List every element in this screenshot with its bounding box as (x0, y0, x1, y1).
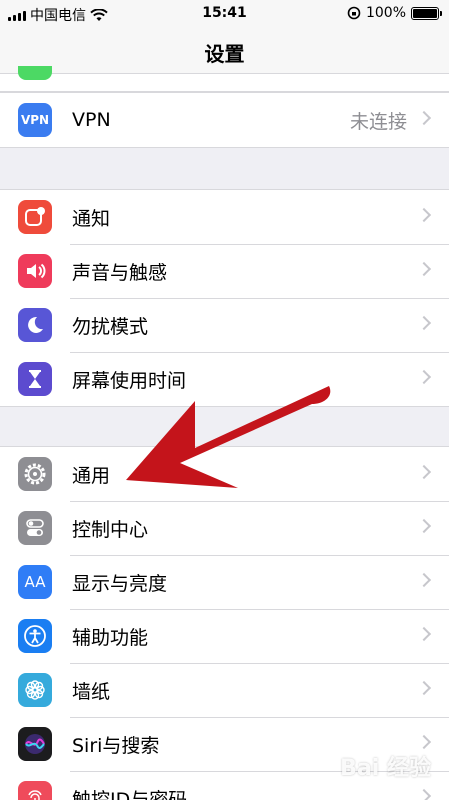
chevron-right-icon (416, 572, 432, 588)
settings-row-control-center[interactable]: 控制中心 (0, 501, 449, 555)
status-right: 100% (347, 5, 442, 21)
page-title: 设置 (204, 42, 245, 66)
green-app-icon (18, 66, 52, 80)
settings-row-label: 屏幕使用时间 (72, 369, 187, 392)
sounds-icon (18, 254, 52, 288)
settings-row-label: 通用 (72, 464, 111, 487)
chevron-right-icon (416, 626, 432, 642)
settings-row-label: VPN (72, 109, 111, 131)
hourglass-icon (18, 362, 52, 396)
chevron-right-icon (416, 369, 432, 385)
settings-row-notifications[interactable]: 通知 (0, 190, 449, 244)
fingerprint-icon (18, 781, 52, 800)
partial-row (0, 66, 449, 92)
nav-bar: 设置 (0, 28, 449, 74)
chevron-right-icon (416, 261, 432, 277)
siri-icon (18, 727, 52, 761)
gear-icon (18, 457, 52, 491)
settings-row-label: Siri与搜索 (72, 734, 160, 757)
battery-icon (411, 6, 442, 20)
chevron-right-icon (416, 788, 432, 800)
settings-row-label: 触控ID与密码 (72, 788, 188, 800)
settings-row-do-not-disturb[interactable]: 勿扰模式 (0, 298, 449, 352)
settings-group-general: 通用 控制中心 AA 显示与亮度 辅助功能 墙纸 Siri与搜索 触控ID与密码 (0, 446, 449, 800)
moon-icon (18, 308, 52, 342)
chevron-right-icon (416, 734, 432, 750)
chevron-right-icon (416, 315, 432, 331)
settings-row-vpn[interactable]: VPN VPN 未连接 (0, 93, 449, 147)
settings-row-label: 通知 (72, 207, 111, 230)
vpn-status: 未连接 (349, 110, 407, 133)
settings-row-label: 勿扰模式 (72, 315, 149, 338)
settings-row-general[interactable]: 通用 (0, 447, 449, 501)
chevron-right-icon (416, 110, 432, 126)
chevron-right-icon (416, 680, 432, 696)
chevron-right-icon (416, 518, 432, 534)
notifications-icon (18, 200, 52, 234)
status-bar: 中国电信 15:41 100% (0, 0, 449, 28)
settings-group-vpn: VPN VPN 未连接 (0, 92, 449, 148)
settings-row-display[interactable]: AA 显示与亮度 (0, 555, 449, 609)
orientation-lock-icon (347, 6, 361, 20)
settings-row-label: 墙纸 (72, 680, 111, 703)
battery-percent: 100% (365, 5, 406, 21)
accessibility-icon (18, 619, 52, 653)
watermark-logo: Bai 经验 (340, 756, 431, 781)
vpn-icon: VPN (18, 103, 52, 137)
display-icon: AA (18, 565, 52, 599)
settings-row-accessibility[interactable]: 辅助功能 (0, 609, 449, 663)
toggle-icon (18, 511, 52, 545)
chevron-right-icon (416, 464, 432, 480)
settings-row-label: 显示与亮度 (72, 572, 168, 595)
settings-row-wallpaper[interactable]: 墙纸 (0, 663, 449, 717)
settings-group-notifications: 通知 声音与触感 勿扰模式 屏幕使用时间 (0, 189, 449, 407)
chevron-right-icon (416, 207, 432, 223)
settings-row-label: 声音与触感 (72, 261, 168, 284)
wallpaper-icon (18, 673, 52, 707)
settings-row-label: 辅助功能 (72, 626, 149, 649)
settings-row-label: 控制中心 (72, 518, 149, 541)
settings-row-sounds[interactable]: 声音与触感 (0, 244, 449, 298)
settings-row-screen-time[interactable]: 屏幕使用时间 (0, 352, 449, 406)
